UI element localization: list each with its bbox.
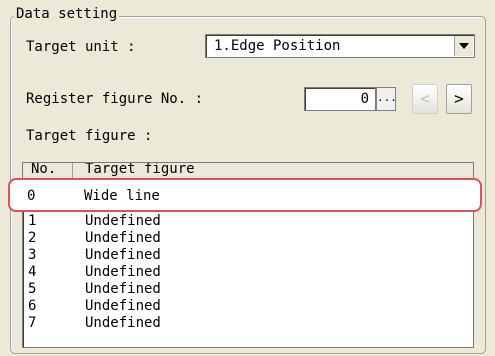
groupbox-title: Data setting: [14, 5, 120, 23]
previous-button[interactable]: <: [412, 84, 438, 114]
dropdown-button[interactable]: [454, 36, 473, 56]
target-unit-label: Target unit :: [26, 39, 136, 55]
chevron-right-icon: >: [454, 89, 464, 108]
chevron-down-icon: [459, 43, 469, 49]
target-unit-value: 1.Edge Position: [214, 38, 341, 54]
column-header-no[interactable]: No.: [31, 163, 56, 178]
list-item[interactable]: 2 Undefined: [23, 230, 473, 247]
target-figure-label: Target figure :: [26, 128, 153, 144]
register-figure-number-input[interactable]: 0: [304, 87, 376, 111]
number-entry-button[interactable]: ...: [376, 87, 397, 111]
register-figure-label: Register figure No. :: [26, 91, 204, 107]
target-unit-combobox[interactable]: 1.Edge Position: [205, 34, 475, 58]
register-figure-number-value: 0: [360, 91, 369, 107]
data-setting-panel: Data setting Target unit : 1.Edge Positi…: [0, 0, 495, 356]
next-button[interactable]: >: [446, 84, 472, 114]
list-item[interactable]: 3 Undefined: [23, 247, 473, 264]
list-item[interactable]: 5 Undefined: [23, 281, 473, 298]
list-item[interactable]: 1 Undefined: [23, 213, 473, 230]
list-item[interactable]: 4 Undefined: [23, 264, 473, 281]
list-item[interactable]: 7 Undefined: [23, 315, 473, 332]
chevron-left-icon: <: [420, 89, 430, 108]
selected-list-item-highlight[interactable]: 0 Wide line: [8, 178, 482, 212]
selected-item-figure: Wide line: [84, 188, 160, 204]
column-header-target-figure[interactable]: Target figure: [85, 163, 195, 178]
selected-item-no: 0: [27, 188, 36, 204]
list-item[interactable]: 6 Undefined: [23, 298, 473, 315]
